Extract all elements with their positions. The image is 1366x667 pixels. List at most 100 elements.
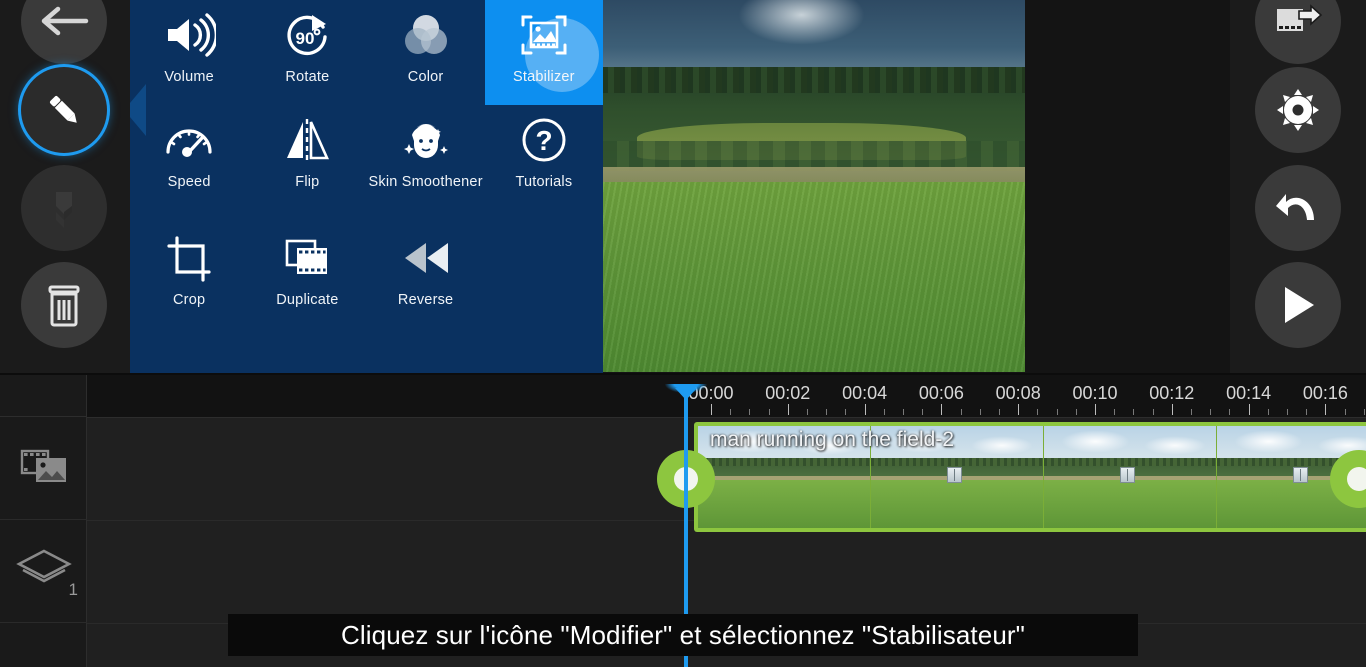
question-mark-icon: ? bbox=[519, 113, 569, 167]
menu-item-stabilizer[interactable]: Stabilizer bbox=[484, 0, 603, 105]
ruler-label: 00:08 bbox=[995, 383, 1041, 403]
menu-item-crop[interactable]: Crop bbox=[130, 223, 248, 341]
ruler-tick bbox=[1037, 409, 1039, 415]
svg-text:90: 90 bbox=[296, 29, 315, 48]
ruler-tick bbox=[807, 409, 808, 415]
ruler-tick bbox=[711, 404, 712, 415]
ruler-label: 00:06 bbox=[918, 383, 964, 403]
video-preview[interactable] bbox=[603, 0, 1025, 372]
pencil-icon bbox=[42, 88, 86, 132]
export-button[interactable] bbox=[1255, 0, 1341, 64]
subtitle-bar: Cliquez sur l'icône "Modifier" et sélect… bbox=[228, 614, 1138, 656]
menu-item-rotate[interactable]: 90 Rotate bbox=[248, 0, 366, 105]
ruler-tick bbox=[1306, 409, 1308, 415]
preview-cloud bbox=[738, 0, 865, 45]
ruler-label: 00:14 bbox=[1226, 383, 1272, 403]
timeline-clip[interactable]: man running on the field-2 bbox=[694, 422, 1366, 532]
ruler-label: 00:16 bbox=[1302, 383, 1348, 403]
menu-item-label: Flip bbox=[295, 174, 320, 190]
panel-divider bbox=[0, 373, 1366, 375]
ruler-tick bbox=[903, 409, 904, 415]
ruler-tick bbox=[845, 409, 847, 415]
menu-item-reverse[interactable]: Reverse bbox=[367, 223, 485, 341]
ruler-tick bbox=[1325, 404, 1327, 415]
menu-item-volume[interactable]: Volume bbox=[130, 0, 248, 105]
ruler-label: 00:12 bbox=[1149, 383, 1195, 403]
back-button[interactable] bbox=[21, 0, 107, 64]
edit-button[interactable] bbox=[21, 67, 107, 153]
settings-button[interactable] bbox=[1255, 67, 1341, 153]
ruler-tick bbox=[1344, 409, 1346, 415]
back-arrow-icon bbox=[38, 1, 90, 41]
menu-item-label: Crop bbox=[173, 292, 206, 308]
edit-menu-panel: Volume 90 Rotate Color Stabilizer Speed … bbox=[130, 0, 603, 375]
ruler-tick bbox=[1095, 404, 1096, 415]
ruler-tick bbox=[883, 409, 885, 415]
layers-count-badge: 1 bbox=[68, 580, 78, 599]
ruler-tick bbox=[864, 404, 866, 415]
trash-icon bbox=[43, 281, 85, 329]
crop-icon bbox=[163, 231, 215, 285]
ruler-tick bbox=[730, 409, 732, 415]
delete-button[interactable] bbox=[21, 262, 107, 348]
menu-item-skin-smoothener[interactable]: Skin Smoothener bbox=[367, 105, 485, 223]
top-area: Volume 90 Rotate Color Stabilizer Speed … bbox=[0, 0, 1366, 375]
ruler-tick bbox=[1229, 409, 1231, 415]
menu-item-label: Color bbox=[407, 69, 444, 85]
ruler-tick bbox=[749, 409, 751, 415]
app-root: Volume 90 Rotate Color Stabilizer Speed … bbox=[0, 0, 1366, 667]
film-export-icon bbox=[1273, 1, 1323, 41]
voice-over-button[interactable] bbox=[21, 165, 107, 251]
play-triangle-icon bbox=[1278, 283, 1318, 327]
left-toolbar bbox=[0, 0, 130, 375]
flip-icon bbox=[281, 113, 333, 167]
color-circles-icon bbox=[401, 8, 451, 62]
ruler-tick bbox=[1191, 409, 1192, 415]
menu-item-label: Reverse bbox=[397, 292, 454, 308]
ruler-tick bbox=[1210, 409, 1212, 415]
extra-track-button[interactable] bbox=[0, 623, 87, 667]
rotate-90-icon: 90 bbox=[281, 8, 333, 62]
menu-item-label: Tutorials bbox=[515, 174, 573, 190]
ruler-tick bbox=[1267, 409, 1269, 415]
preview-treetops bbox=[603, 66, 1025, 93]
ruler-tick bbox=[979, 409, 981, 415]
clip-title: man running on the field-2 bbox=[710, 428, 954, 451]
menu-item-label: Duplicate bbox=[276, 292, 339, 308]
menu-item-duplicate[interactable]: Duplicate bbox=[248, 223, 366, 341]
video-track-button[interactable] bbox=[0, 417, 87, 520]
reverse-double-arrow-icon bbox=[398, 231, 454, 285]
board-icon bbox=[18, 646, 70, 667]
menu-item-label: Stabilizer bbox=[513, 69, 575, 85]
ruler-tick bbox=[1075, 409, 1077, 415]
face-icon bbox=[400, 113, 452, 167]
menu-item-color[interactable]: Color bbox=[367, 0, 485, 105]
track-row-layers[interactable] bbox=[87, 521, 1366, 624]
ruler-tick bbox=[999, 409, 1000, 415]
right-toolbar bbox=[1230, 0, 1366, 375]
timeline-ruler[interactable]: 00:00 00:02 00:04 00:06 00:08 00:10 00:12 00:14… bbox=[87, 375, 1366, 417]
ruler-tick bbox=[1133, 409, 1135, 415]
ruler-tick bbox=[960, 409, 962, 415]
duplicate-film-icon bbox=[281, 231, 333, 285]
volume-icon bbox=[162, 8, 217, 62]
stabilizer-icon bbox=[517, 8, 571, 62]
preview-field bbox=[603, 182, 1025, 372]
layers-track-button[interactable]: 1 bbox=[0, 520, 87, 623]
menu-item-label: Skin Smoothener bbox=[368, 174, 483, 190]
undo-button[interactable] bbox=[1255, 165, 1341, 251]
ruler-tick bbox=[1171, 404, 1173, 415]
clip-thumbnail bbox=[1044, 426, 1217, 528]
media-photo-icon bbox=[18, 445, 70, 492]
play-button[interactable] bbox=[1255, 262, 1341, 348]
ruler-tick bbox=[1248, 404, 1250, 415]
layers-icon bbox=[15, 547, 73, 596]
ruler-label: 00:04 bbox=[842, 383, 888, 403]
subtitle-text: Cliquez sur l'icône "Modifier" et sélect… bbox=[341, 619, 1025, 650]
undo-arrow-icon bbox=[1274, 186, 1322, 230]
ruler-tick bbox=[768, 409, 770, 415]
menu-item-tutorials[interactable]: ? Tutorials bbox=[485, 105, 603, 223]
menu-item-speed[interactable]: Speed bbox=[130, 105, 248, 223]
menu-item-label: Rotate bbox=[285, 69, 330, 85]
menu-item-flip[interactable]: Flip bbox=[248, 105, 366, 223]
